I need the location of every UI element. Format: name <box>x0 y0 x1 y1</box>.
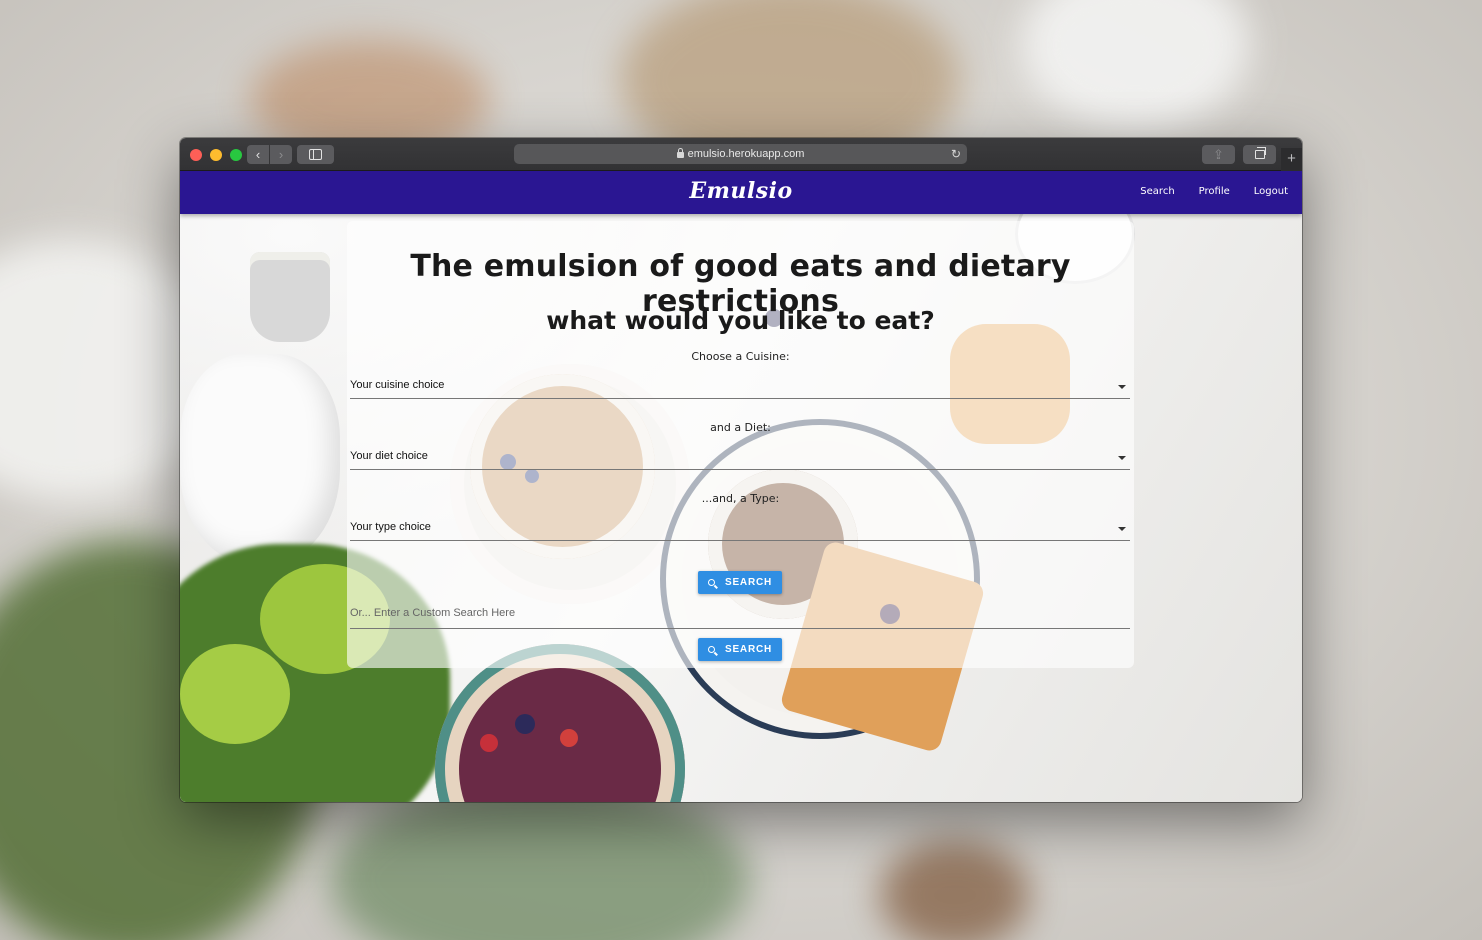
url-text: emulsio.herokuapp.com <box>687 148 805 160</box>
custom-search-placeholder: Or... Enter a Custom Search Here <box>350 607 516 619</box>
nav-links: Search Profile Logout <box>1140 186 1288 197</box>
custom-search-button[interactable]: SEARCH <box>698 638 782 661</box>
page-subtitle: what would you like to eat? <box>546 306 935 335</box>
page-content: Emulsio Search Profile Logout The emulsi… <box>180 171 1302 802</box>
search-button[interactable]: SEARCH <box>698 571 782 594</box>
search-button-label: SEARCH <box>724 577 773 588</box>
close-window-button[interactable] <box>190 149 202 161</box>
browser-toolbar: ‹ › emulsio.herokuapp.com ↻ ⇪ + <box>180 138 1302 171</box>
nav-link-logout[interactable]: Logout <box>1254 186 1288 197</box>
diet-select[interactable]: Your diet choice <box>350 446 1130 470</box>
lock-icon <box>676 148 684 158</box>
caret-down-icon <box>1118 456 1126 460</box>
cuisine-label: Choose a Cuisine: <box>691 350 790 363</box>
minimize-window-button[interactable] <box>210 149 222 161</box>
forward-button[interactable]: › <box>270 145 292 164</box>
maximize-window-button[interactable] <box>230 149 242 161</box>
sidebar-toggle-button[interactable] <box>297 145 334 164</box>
back-button[interactable]: ‹ <box>247 145 269 164</box>
custom-search-input[interactable]: Or... Enter a Custom Search Here <box>350 605 1130 629</box>
tabs-icon <box>1255 147 1266 159</box>
sidebar-icon <box>309 149 322 160</box>
tab-overview-button[interactable] <box>1243 145 1276 164</box>
cuisine-select-value: Your cuisine choice <box>350 379 445 391</box>
search-card: The emulsion of good eats and dietary re… <box>347 221 1134 668</box>
diet-select-value: Your diet choice <box>350 450 428 462</box>
address-bar[interactable]: emulsio.herokuapp.com ↻ <box>514 144 967 164</box>
search-icon <box>707 646 715 653</box>
brand-logo[interactable]: Emulsio <box>180 178 1302 204</box>
diet-label: and a Diet: <box>710 421 771 434</box>
search-icon <box>707 579 715 586</box>
site-navbar: Emulsio Search Profile Logout <box>180 171 1302 214</box>
type-label: ...and, a Type: <box>701 492 780 505</box>
new-tab-button[interactable]: + <box>1281 148 1302 171</box>
nav-link-profile[interactable]: Profile <box>1199 186 1230 197</box>
browser-window: ‹ › emulsio.herokuapp.com ↻ ⇪ + Emulsio … <box>180 138 1302 802</box>
caret-down-icon <box>1118 527 1126 531</box>
reload-icon[interactable]: ↻ <box>951 144 961 164</box>
type-select[interactable]: Your type choice <box>350 517 1130 541</box>
share-button[interactable]: ⇪ <box>1202 145 1235 164</box>
nav-link-search[interactable]: Search <box>1140 186 1174 197</box>
type-select-value: Your type choice <box>350 521 431 533</box>
custom-search-button-label: SEARCH <box>724 644 773 655</box>
cuisine-select[interactable]: Your cuisine choice <box>350 375 1130 399</box>
caret-down-icon <box>1118 385 1126 389</box>
